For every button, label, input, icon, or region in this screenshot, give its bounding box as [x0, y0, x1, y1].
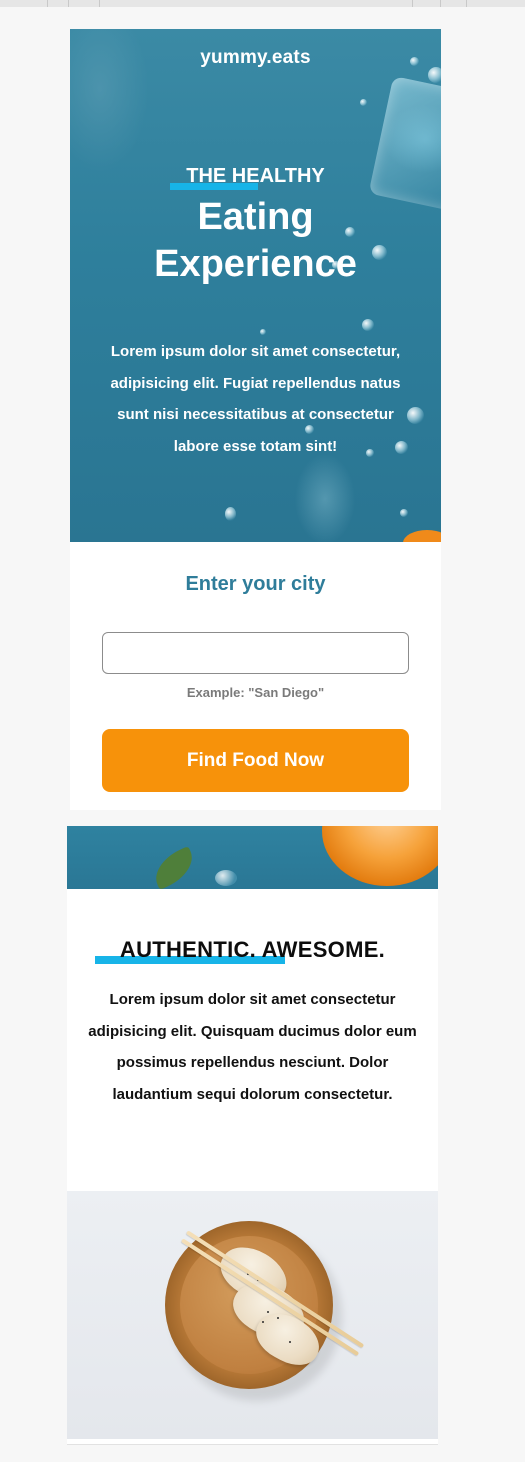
about-section: AUTHENTIC. AWESOME. Lorem ipsum dolor si… — [67, 889, 438, 1191]
water-drop — [215, 870, 237, 886]
ice-cube — [368, 75, 441, 213]
find-food-button[interactable]: Find Food Now — [102, 729, 409, 792]
sesame-seed — [277, 1317, 279, 1319]
water-drop — [360, 99, 367, 106]
about-title: AUTHENTIC. AWESOME. — [119, 937, 386, 962]
strip-divider — [440, 0, 441, 7]
page-bottom-edge — [67, 1439, 438, 1445]
water-drop — [400, 509, 408, 517]
city-form-title: Enter your city — [185, 573, 326, 595]
brand-logo[interactable]: yummy.eats — [70, 47, 441, 69]
sesame-seed — [267, 1311, 269, 1313]
hero-eyebrow: THE HEALTHY — [186, 165, 325, 187]
hero-section: yummy.eats THE HEALTHY Eating Experience… — [70, 29, 441, 542]
hero-title: Eating Experience — [70, 194, 441, 288]
hero-description: Lorem ipsum dolor sit amet consectetur, … — [110, 343, 401, 455]
orange-slice — [403, 530, 441, 542]
strip-divider — [47, 0, 48, 7]
city-input[interactable] — [102, 632, 409, 674]
strip-divider — [99, 0, 100, 7]
water-drop — [225, 507, 236, 521]
water-drop — [260, 329, 266, 335]
mint-leaf — [148, 846, 200, 889]
sesame-seed — [289, 1341, 291, 1343]
sesame-seed — [262, 1321, 264, 1323]
orange-half — [322, 826, 438, 886]
city-search-card: Enter your city Example: "San Diego" Fin… — [70, 542, 441, 810]
city-input-hint: Example: "San Diego" — [186, 685, 325, 700]
strip-divider — [412, 0, 413, 7]
dumplings-photo — [67, 1191, 438, 1439]
hero-title-line1: Eating — [197, 196, 314, 238]
browser-top-strip — [0, 0, 525, 7]
hero-title-line2: Experience — [154, 243, 357, 285]
strip-divider — [68, 0, 69, 7]
food-banner-image — [67, 826, 438, 889]
about-description: Lorem ipsum dolor sit amet consectetur a… — [88, 991, 417, 1103]
water-drop — [428, 67, 441, 83]
water-drop — [362, 319, 374, 331]
strip-divider — [466, 0, 467, 7]
